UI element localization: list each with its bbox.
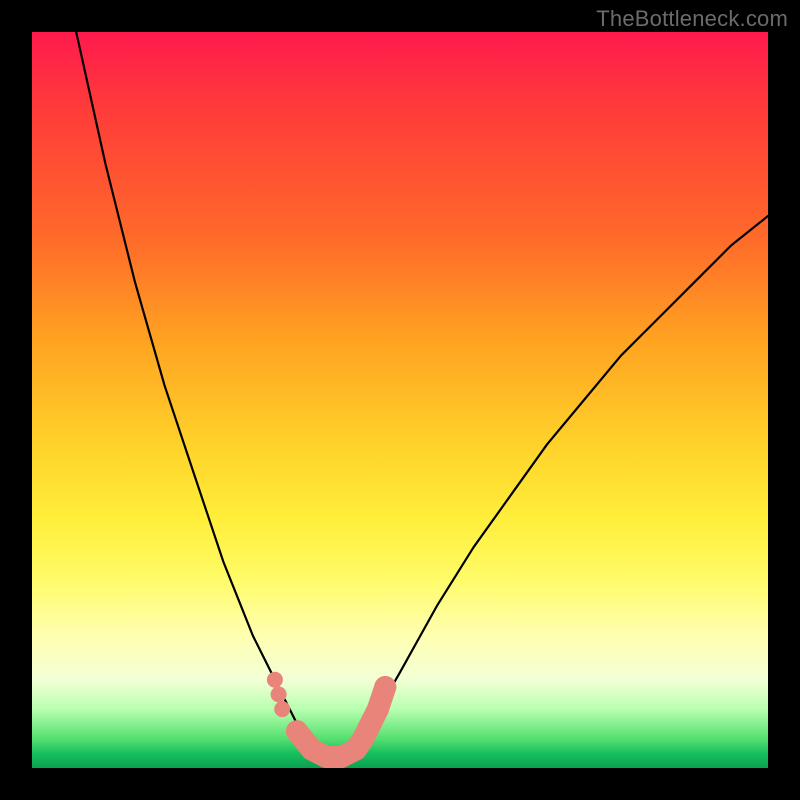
plot-area	[32, 32, 768, 768]
attribution-watermark: TheBottleneck.com	[596, 6, 788, 32]
accent-dot	[286, 720, 308, 742]
chart-frame: TheBottleneck.com	[0, 0, 800, 800]
accent-dot	[374, 676, 396, 698]
chart-svg	[32, 32, 768, 768]
accent-dot	[271, 686, 287, 702]
accent-dot	[274, 701, 290, 717]
accent-dot	[267, 672, 283, 688]
curve-left-branch	[76, 32, 312, 753]
curve-right-branch	[356, 216, 768, 753]
accent-dot	[367, 698, 389, 720]
